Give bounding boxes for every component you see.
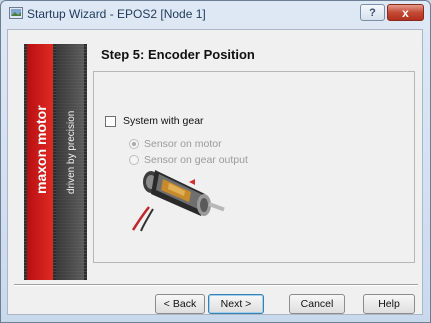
wizard-client-area: maxon motor driven by precision Step 5: …	[7, 29, 423, 315]
window-title: Startup Wizard - EPOS2 [Node 1]	[27, 7, 206, 21]
cancel-button[interactable]: Cancel	[289, 294, 345, 314]
footer-separator	[14, 284, 418, 286]
banner-brand-text: maxon motor	[33, 105, 49, 194]
step-title: Step 5: Encoder Position	[101, 47, 255, 62]
radio-selected-dot	[132, 142, 136, 146]
motor-cutaway-image	[131, 170, 225, 232]
sensor-on-motor-radio[interactable]	[129, 139, 139, 149]
help-button[interactable]: Help	[363, 294, 415, 314]
encoder-position-panel: System with gear Sensor on motor Sensor …	[93, 71, 415, 263]
system-with-gear-label[interactable]: System with gear	[123, 115, 204, 127]
maxon-banner: maxon motor driven by precision	[24, 44, 87, 280]
next-button[interactable]: Next >	[208, 294, 264, 314]
close-button[interactable]: x	[387, 4, 424, 21]
sensor-on-motor-label[interactable]: Sensor on motor	[144, 138, 222, 150]
app-icon	[9, 7, 23, 19]
banner-tagline-text: driven by precision	[66, 111, 77, 194]
title-bar[interactable]: Startup Wizard - EPOS2 [Node 1] ? x	[1, 1, 430, 27]
back-button[interactable]: < Back	[155, 294, 205, 314]
wizard-window: Startup Wizard - EPOS2 [Node 1] ? x maxo…	[0, 0, 431, 323]
system-with-gear-checkbox[interactable]	[105, 116, 116, 127]
help-title-button[interactable]: ?	[360, 4, 385, 21]
